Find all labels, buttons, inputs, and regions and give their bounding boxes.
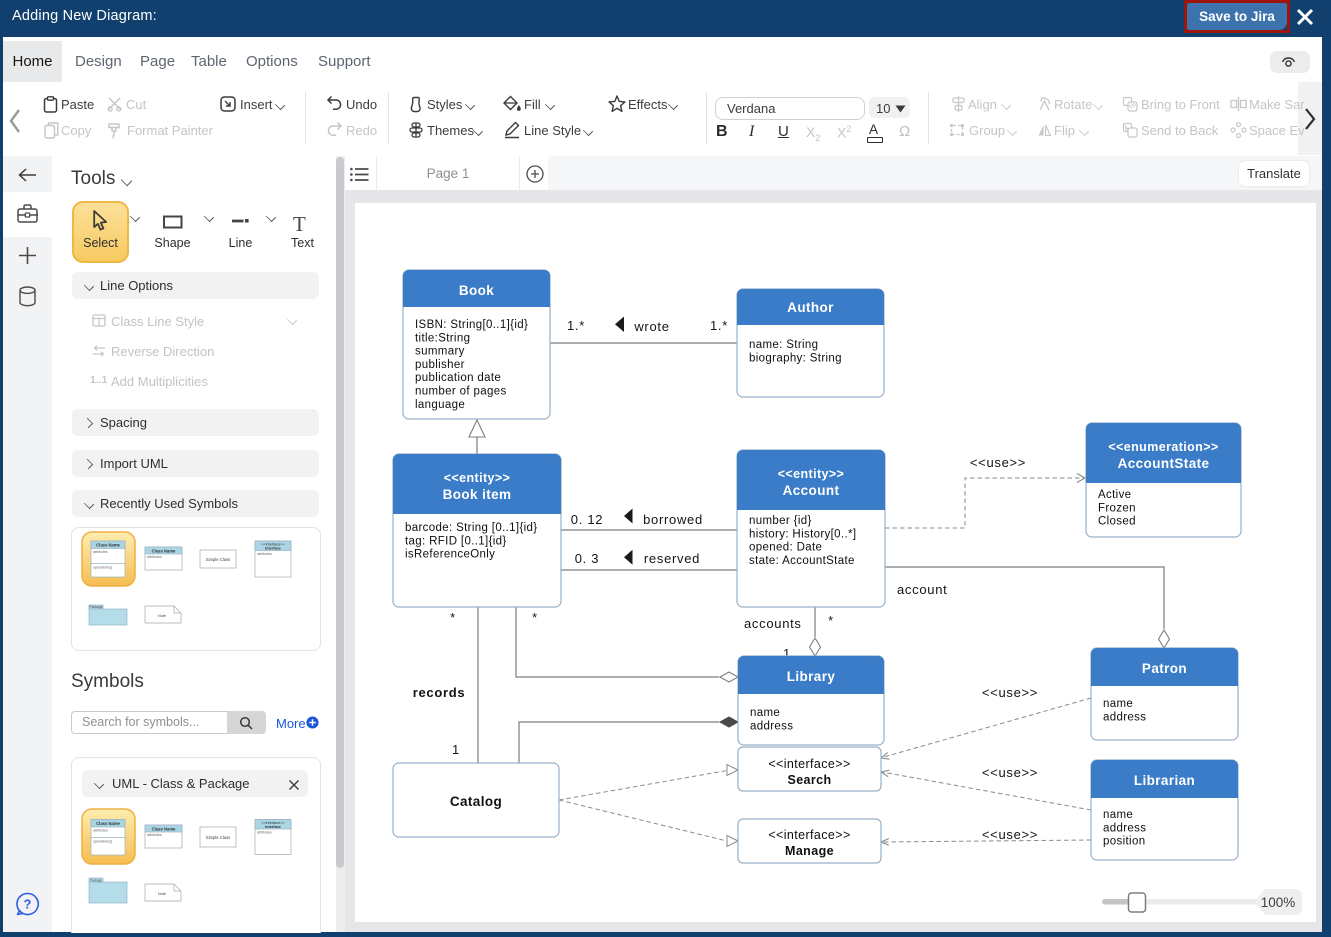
svg-text:*: * [532,610,538,625]
svg-text:account: account [897,582,947,597]
svg-text:isReferenceOnly: isReferenceOnly [405,549,495,561]
svg-text:wrote: wrote [633,319,669,334]
svg-text:<<use>>: <<use>> [982,827,1038,842]
svg-text:*: * [828,613,834,628]
svg-text:Package: Package [90,878,103,882]
svg-text:Class Name: Class Name [96,821,120,826]
svg-text:language: language [415,399,465,411]
svg-text:address: address [1103,711,1146,723]
svg-text:100%: 100% [1261,895,1296,910]
svg-text:Author: Author [787,300,834,315]
svg-text:1.*: 1.* [567,318,585,333]
svg-text:Catalog: Catalog [450,794,502,809]
svg-text:*: * [450,610,456,625]
svg-text:<<enumeration>>: <<enumeration>> [1108,440,1218,454]
svg-text:Library: Library [787,669,836,684]
svg-text:?: ? [24,897,32,912]
svg-text:number {id}: number {id} [749,515,812,527]
svg-text:borrowed: borrowed [643,512,703,527]
svg-text:Closed: Closed [1098,516,1136,528]
svg-text:Active: Active [1098,489,1131,501]
svg-text:AccountState: AccountState [1118,456,1210,471]
svg-text:1.*: 1.* [710,318,728,333]
svg-text:<<entity>>: <<entity>> [444,471,511,485]
svg-text:attributes: attributes [93,829,108,833]
svg-text:Package: Package [89,605,102,609]
svg-text:address: address [750,720,793,732]
svg-text:operations(): operations() [93,566,112,570]
svg-text:0. 3: 0. 3 [575,551,599,566]
svg-text:Note: Note [158,892,166,896]
svg-text:Account: Account [783,483,840,498]
svg-text:Class Name: Class Name [152,826,176,831]
svg-text:Book: Book [459,283,494,298]
svg-text:attributes: attributes [147,833,162,837]
svg-text:position: position [1103,836,1145,848]
svg-text:Class Name: Class Name [96,543,120,548]
svg-text:attributes: attributes [257,831,272,835]
svg-text:attributes: attributes [257,552,272,556]
svg-text:name: String: name: String [749,339,818,351]
svg-text:Interface: Interface [265,547,281,551]
svg-text:Manage: Manage [785,844,834,858]
svg-text:<<use>>: <<use>> [970,455,1026,470]
svg-text:Librarian: Librarian [1134,773,1195,788]
svg-text:<<interface>>: <<interface>> [768,828,850,842]
svg-text:accounts: accounts [744,616,802,631]
svg-text:barcode: String [0..1]{id}: barcode: String [0..1]{id} [405,522,538,534]
svg-text:<<use>>: <<use>> [982,765,1038,780]
svg-text:address: address [1103,822,1146,834]
svg-text:name: name [1103,698,1133,710]
svg-text:<<entity>>: <<entity>> [778,467,845,481]
svg-text:Simple Class: Simple Class [206,835,230,840]
svg-text:tag: RFID [0..1]{id}: tag: RFID [0..1]{id} [405,535,507,547]
svg-text:publication date: publication date [415,372,501,384]
svg-text:opened: Date: opened: Date [749,542,822,554]
svg-text:title:String: title:String [415,332,470,344]
svg-text:Patron: Patron [1142,661,1187,676]
svg-text:Simple Class: Simple Class [206,557,230,562]
svg-text:name: name [1103,809,1133,821]
svg-text:Frozen: Frozen [1098,502,1136,514]
svg-text:number of pages: number of pages [415,386,507,398]
svg-text:Book item: Book item [443,487,512,502]
svg-text:0. 12: 0. 12 [571,512,603,527]
svg-text:<<interface>>: <<interface>> [768,757,850,771]
svg-text:publisher: publisher [415,359,465,371]
svg-text:1: 1 [452,742,460,757]
svg-text:Interface: Interface [265,825,281,829]
svg-text:operations(): operations() [93,840,112,844]
svg-text:biography: String: biography: String [749,352,842,364]
svg-text:attributes: attributes [147,555,162,559]
svg-text:summary: summary [415,346,465,358]
svg-text:state: AccountState: state: AccountState [749,555,855,567]
svg-text:attributes: attributes [93,550,108,554]
svg-text:ISBN: String[0..1]{id}: ISBN: String[0..1]{id} [415,319,528,331]
svg-text:history: History[0..*]: history: History[0..*] [749,528,856,540]
svg-text:name: name [750,707,780,719]
svg-text:reserved: reserved [644,551,700,566]
svg-text:records: records [413,685,466,700]
svg-text:Note: Note [158,614,166,618]
svg-text:Class Name: Class Name [152,548,176,553]
svg-text:Search: Search [787,773,831,787]
svg-text:<<use>>: <<use>> [982,685,1038,700]
